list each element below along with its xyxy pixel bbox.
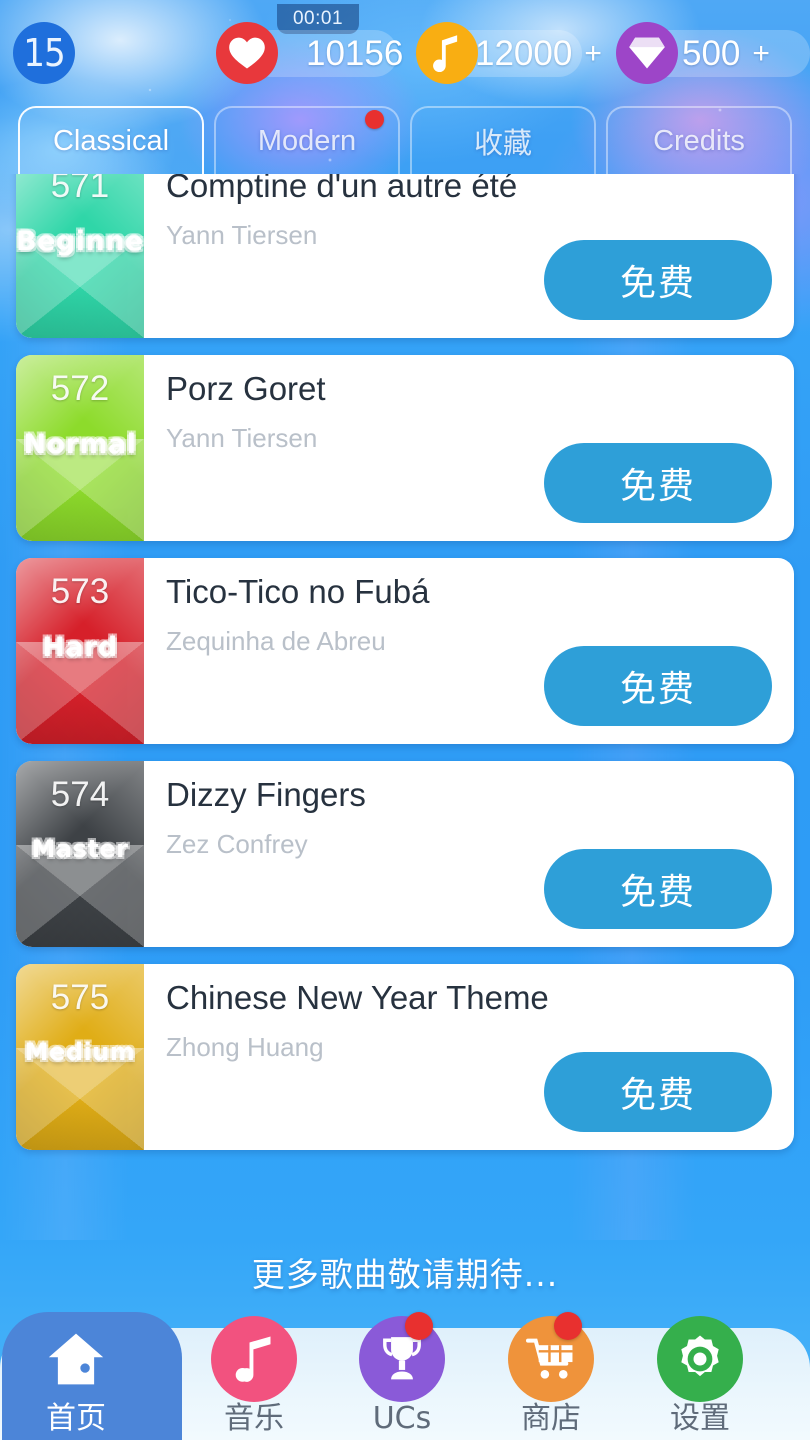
nav-item-settings[interactable]: 设置 bbox=[626, 1310, 774, 1440]
difficulty-label: Master bbox=[31, 835, 129, 863]
music-icon bbox=[211, 1316, 297, 1402]
home-icon bbox=[33, 1316, 119, 1402]
free-button[interactable]: 免费 bbox=[544, 240, 772, 320]
nav-label-ucs: UCs bbox=[372, 1401, 432, 1436]
difficulty-label: Medium bbox=[24, 1038, 136, 1066]
difficulty-badge: 575 Medium bbox=[16, 964, 144, 1150]
song-list-item[interactable]: 573 Hard Tico-Tico no Fubá Zequinha de A… bbox=[16, 558, 794, 744]
gems-plus: + bbox=[752, 36, 770, 70]
song-info: Porz Goret Yann Tiersen 免费 bbox=[144, 355, 794, 541]
heart-icon bbox=[216, 22, 278, 84]
free-button[interactable]: 免费 bbox=[544, 1052, 772, 1132]
song-title: Comptine d'un autre été bbox=[166, 174, 518, 204]
level-badge[interactable]: 15 bbox=[13, 22, 75, 84]
difficulty-label: Beginner bbox=[16, 226, 144, 257]
category-tabs: Classical Modern 收藏 Credits bbox=[0, 98, 810, 174]
song-list-item[interactable]: 574 Master Dizzy Fingers Zez Confrey 免费 bbox=[16, 761, 794, 947]
song-number: 574 bbox=[50, 775, 110, 814]
tab-credits-label: Credits bbox=[653, 124, 745, 157]
tab-favorites[interactable]: 收藏 bbox=[410, 106, 596, 174]
level-value: 15 bbox=[23, 31, 65, 75]
more-songs-text: 更多歌曲敬请期待... bbox=[251, 1255, 559, 1294]
gear-icon bbox=[657, 1316, 743, 1402]
timer-value: 00:01 bbox=[292, 8, 344, 29]
nav-item-music[interactable]: 音乐 bbox=[180, 1310, 328, 1440]
song-number: 571 bbox=[50, 174, 110, 205]
tab-favorites-label: 收藏 bbox=[473, 128, 532, 160]
nav-item-shop[interactable]: 商店 bbox=[477, 1310, 625, 1440]
tab-classical[interactable]: Classical bbox=[18, 106, 204, 174]
song-title: Tico-Tico no Fubá bbox=[166, 573, 430, 610]
nav-item-home[interactable]: 首页 bbox=[2, 1310, 182, 1440]
song-info: Dizzy Fingers Zez Confrey 免费 bbox=[144, 761, 794, 947]
notes-plus: + bbox=[584, 36, 602, 70]
nav-label-settings: 设置 bbox=[670, 1401, 730, 1436]
song-title: Chinese New Year Theme bbox=[166, 979, 549, 1016]
tab-modern[interactable]: Modern bbox=[214, 106, 400, 174]
song-number: 572 bbox=[50, 369, 110, 408]
tab-credits[interactable]: Credits bbox=[606, 106, 792, 174]
gems-value: 500 bbox=[682, 34, 741, 73]
ucs-badge-dot bbox=[405, 1312, 433, 1340]
top-status-bar: 15 00:01 10156 + 12000 + 500 + bbox=[0, 0, 810, 96]
difficulty-badge: 573 Hard bbox=[16, 558, 144, 744]
tab-modern-label: Modern bbox=[257, 124, 357, 157]
difficulty-badge: 574 Master bbox=[16, 761, 144, 947]
diamond-icon bbox=[616, 22, 678, 84]
song-info: Tico-Tico no Fubá Zequinha de Abreu 免费 bbox=[144, 558, 794, 744]
song-number: 575 bbox=[50, 978, 110, 1017]
nav-label-music: 音乐 bbox=[224, 1401, 284, 1436]
free-button[interactable]: 免费 bbox=[544, 646, 772, 726]
tab-modern-badge-dot bbox=[365, 110, 384, 129]
song-list[interactable]: 571 Beginner Comptine d'un autre été Yan… bbox=[0, 174, 810, 1174]
music-note-icon bbox=[416, 22, 478, 84]
song-number: 573 bbox=[50, 572, 110, 611]
song-list-item[interactable]: 572 Normal Porz Goret Yann Tiersen 免费 bbox=[16, 355, 794, 541]
song-list-item[interactable]: 571 Beginner Comptine d'un autre été Yan… bbox=[16, 174, 794, 338]
difficulty-label: Normal bbox=[23, 429, 137, 460]
song-title: Porz Goret bbox=[166, 370, 326, 407]
nav-label-shop: 商店 bbox=[521, 1401, 581, 1436]
tab-classical-label: Classical bbox=[52, 124, 170, 157]
hearts-value: 10156 bbox=[306, 34, 404, 73]
song-info: Comptine d'un autre été Yann Tiersen 免费 bbox=[144, 174, 794, 338]
trophy-icon bbox=[359, 1312, 445, 1402]
free-button[interactable]: 免费 bbox=[544, 443, 772, 523]
shop-badge-dot bbox=[554, 1312, 582, 1340]
difficulty-badge: 571 Beginner bbox=[16, 174, 144, 338]
free-button[interactable]: 免费 bbox=[544, 849, 772, 929]
song-title: Dizzy Fingers bbox=[166, 776, 366, 813]
song-info: Chinese New Year Theme Zhong Huang 免费 bbox=[144, 964, 794, 1150]
difficulty-badge: 572 Normal bbox=[16, 355, 144, 541]
notes-value: 12000 bbox=[475, 34, 573, 73]
song-list-item[interactable]: 575 Medium Chinese New Year Theme Zhong … bbox=[16, 964, 794, 1150]
bottom-navigation: 首页 音乐 UCs 商店 设置 bbox=[0, 1310, 810, 1440]
difficulty-label: Hard bbox=[42, 632, 118, 663]
nav-label-home: 首页 bbox=[46, 1401, 106, 1436]
cart-icon bbox=[508, 1312, 594, 1402]
nav-item-ucs[interactable]: UCs bbox=[328, 1310, 476, 1440]
